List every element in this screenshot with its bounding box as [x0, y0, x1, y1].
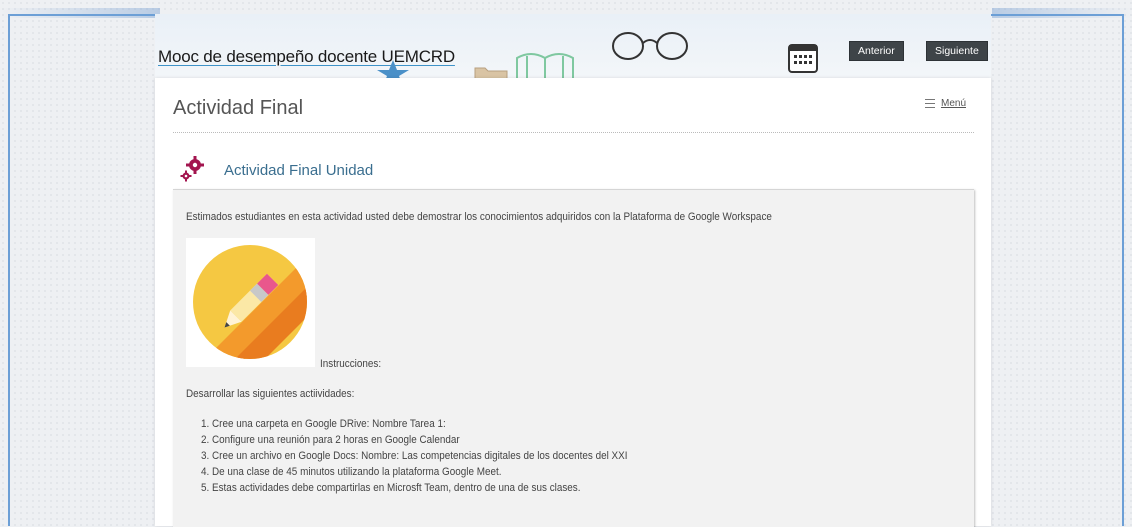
- activity-intro: Estimados estudiantes en esta actividad …: [186, 211, 772, 223]
- image-caption: Instrucciones:: [320, 358, 382, 370]
- star-icon: [377, 60, 409, 78]
- course-header: Mooc de desempeño docente UEMCRD Anterio…: [155, 14, 991, 78]
- page-title: Actividad Final: [173, 97, 304, 119]
- title-divider: [173, 132, 974, 133]
- list-item: 1. Cree una carpeta en Google DRive: Nom…: [201, 418, 446, 430]
- activity-icon-box: [173, 150, 211, 188]
- activity-gear-icon: [180, 156, 204, 182]
- pencil-image: [186, 238, 315, 367]
- menu-link[interactable]: Menú: [941, 98, 966, 109]
- folder-icon: [474, 67, 508, 78]
- menu-icon: [924, 99, 935, 108]
- list-item: 2. Configure una reunión para 2 horas en…: [201, 434, 460, 446]
- activity-title[interactable]: Actividad Final Unidad: [224, 162, 373, 179]
- list-item: 3. Cree un archivo en Google Docs: Nombr…: [201, 450, 628, 462]
- list-item: 4. De una clase de 45 minutos utilizando…: [201, 466, 502, 478]
- next-button[interactable]: Siguiente: [926, 41, 988, 61]
- list-item: 5. Estas actividades debe compartirlas e…: [201, 482, 581, 494]
- previous-button[interactable]: Anterior: [849, 41, 904, 61]
- calendar-icon: [788, 44, 818, 73]
- steps-list: 1. Cree una carpeta en Google DRive: Nom…: [201, 416, 675, 496]
- book-icon: [516, 53, 574, 78]
- glasses-icon: [612, 32, 688, 60]
- activity-description: Estimados estudiantes en esta actividad …: [173, 189, 974, 527]
- menu-toggle[interactable]: Menú: [924, 98, 966, 109]
- content-card: Actividad Final Menú Actividad Final Uni…: [155, 78, 991, 527]
- activity-lead: Desarrollar las siguientes actiividades:: [186, 388, 355, 400]
